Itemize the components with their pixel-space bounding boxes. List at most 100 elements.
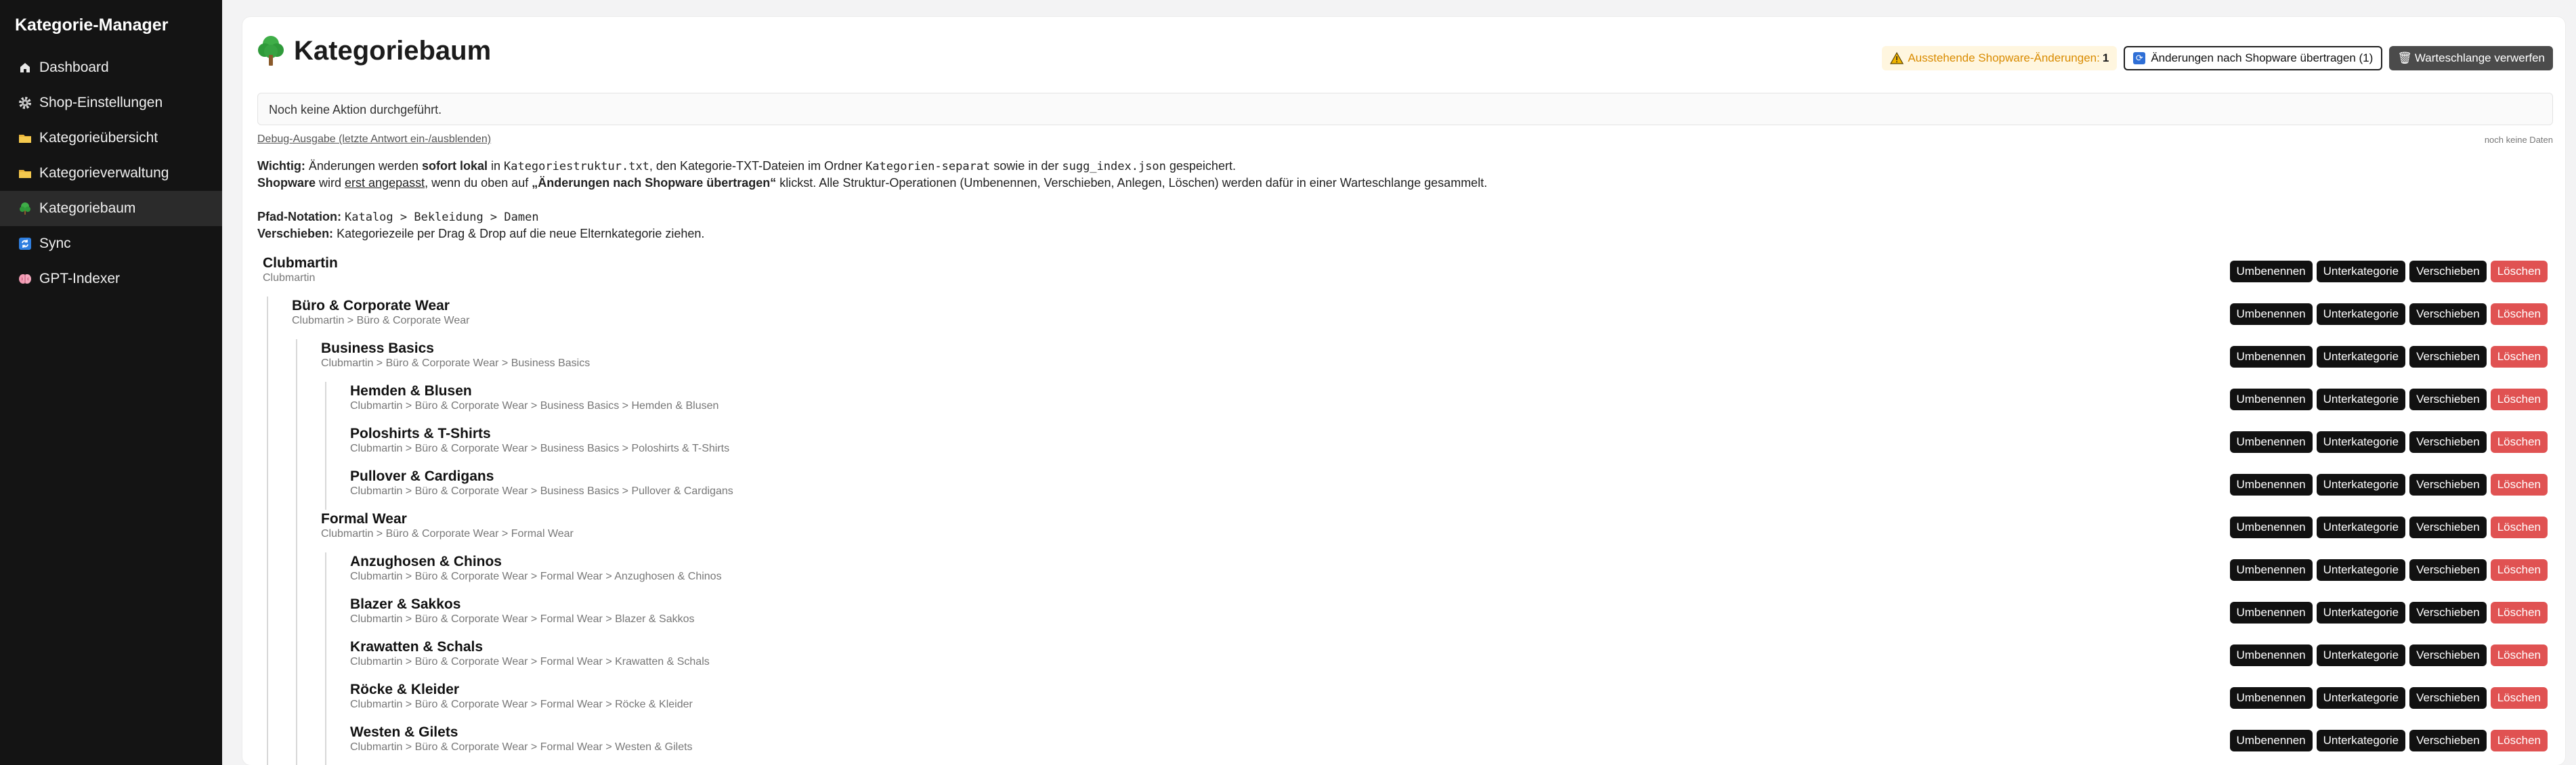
add-subcategory-button[interactable]: Unterkategorie xyxy=(2316,261,2406,282)
move-button[interactable]: Verschieben xyxy=(2409,431,2487,453)
tree-indent-guide xyxy=(267,638,268,680)
header-actions: Ausstehende Shopware-Änderungen: 1 ⟳ Änd… xyxy=(1882,46,2553,70)
rename-button[interactable]: Umbenennen xyxy=(2229,474,2313,496)
tree-row[interactable]: Business Basics Clubmartin > Büro & Corpo… xyxy=(257,339,2553,382)
info-strong: Shopware xyxy=(257,176,316,190)
tree-indent-guide xyxy=(325,467,326,510)
rename-button[interactable]: Umbenennen xyxy=(2229,261,2313,282)
tree-row[interactable]: Clubmartin Clubmartin Umbenennen Unterkateg… xyxy=(257,254,2553,297)
add-subcategory-button[interactable]: Unterkategorie xyxy=(2316,559,2406,581)
info-text: gespeichert. xyxy=(1165,159,1236,173)
discard-queue-button[interactable]: 🗑 Warteschlange verwerfen xyxy=(2389,46,2553,70)
delete-button[interactable]: Löschen xyxy=(2490,602,2548,624)
move-button[interactable]: Verschieben xyxy=(2409,644,2487,666)
add-subcategory-button[interactable]: Unterkategorie xyxy=(2316,602,2406,624)
rename-button[interactable]: Umbenennen xyxy=(2229,602,2313,624)
tree-row[interactable]: Krawatten & Schals Clubmartin > Büro & Co… xyxy=(257,638,2553,680)
move-button[interactable]: Verschieben xyxy=(2409,602,2487,624)
delete-button[interactable]: Löschen xyxy=(2490,474,2548,496)
delete-button[interactable]: Löschen xyxy=(2490,261,2548,282)
info-strong: „Änderungen nach Shopware übertragen“ xyxy=(532,176,777,190)
sidebar-item-category-management[interactable]: Kategorieverwaltung xyxy=(0,156,222,191)
move-button[interactable]: Verschieben xyxy=(2409,303,2487,325)
tree-row[interactable]: Formal Wear Clubmartin > Büro & Corporate… xyxy=(257,510,2553,552)
tree-indent-guide xyxy=(267,510,268,552)
add-subcategory-button[interactable]: Unterkategorie xyxy=(2316,346,2406,368)
add-subcategory-button[interactable]: Unterkategorie xyxy=(2316,474,2406,496)
rename-button[interactable]: Umbenennen xyxy=(2229,346,2313,368)
row-actions: Umbenennen Unterkategorie Verschieben Lösch… xyxy=(2229,559,2548,581)
info-code: Katalog > Bekleidung > Damen xyxy=(345,211,539,224)
tree-row[interactable]: Westen & Gilets Clubmartin > Büro & Corpo… xyxy=(257,723,2553,765)
rename-button[interactable]: Umbenennen xyxy=(2229,303,2313,325)
sidebar-item-label: Shop-Einstellungen xyxy=(39,95,163,110)
delete-button[interactable]: Löschen xyxy=(2490,687,2548,709)
add-subcategory-button[interactable]: Unterkategorie xyxy=(2316,687,2406,709)
home-icon xyxy=(18,60,33,75)
row-actions: Umbenennen Unterkategorie Verschieben Lösch… xyxy=(2229,431,2548,453)
tree-indent-guide xyxy=(267,424,268,467)
sidebar-item-dashboard[interactable]: Dashboard xyxy=(0,50,222,85)
delete-button[interactable]: Löschen xyxy=(2490,644,2548,666)
category-path: Clubmartin > Büro & Corporate Wear > For… xyxy=(321,528,574,540)
sidebar-item-category-tree[interactable]: Kategoriebaum xyxy=(0,191,222,226)
push-label: Änderungen nach Shopware übertragen (1) xyxy=(2151,51,2374,64)
move-button[interactable]: Verschieben xyxy=(2409,346,2487,368)
delete-button[interactable]: Löschen xyxy=(2490,389,2548,410)
info-strong: sofort lokal xyxy=(421,159,488,173)
tree-row[interactable]: Röcke & Kleider Clubmartin > Büro & Corpo… xyxy=(257,680,2553,723)
delete-button[interactable]: Löschen xyxy=(2490,431,2548,453)
push-to-shopware-button[interactable]: ⟳ Änderungen nach Shopware übertragen (1… xyxy=(2124,46,2383,70)
move-button[interactable]: Verschieben xyxy=(2409,559,2487,581)
add-subcategory-button[interactable]: Unterkategorie xyxy=(2316,431,2406,453)
category-path: Clubmartin > Büro & Corporate Wear > Bus… xyxy=(350,400,719,412)
tree-row[interactable]: Poloshirts & T-Shirts Clubmartin > Büro &… xyxy=(257,424,2553,467)
rename-button[interactable]: Umbenennen xyxy=(2229,389,2313,410)
move-button[interactable]: Verschieben xyxy=(2409,687,2487,709)
rename-button[interactable]: Umbenennen xyxy=(2229,730,2313,751)
move-button[interactable]: Verschieben xyxy=(2409,261,2487,282)
delete-button[interactable]: Löschen xyxy=(2490,730,2548,751)
tree-row[interactable]: Blazer & Sakkos Clubmartin > Büro & Corpo… xyxy=(257,595,2553,638)
move-button[interactable]: Verschieben xyxy=(2409,389,2487,410)
pending-changes-badge: Ausstehende Shopware-Änderungen: 1 xyxy=(1882,46,2118,70)
move-button[interactable]: Verschieben xyxy=(2409,474,2487,496)
tree-row[interactable]: Hemden & Blusen Clubmartin > Büro & Corpo… xyxy=(257,382,2553,424)
rename-button[interactable]: Umbenennen xyxy=(2229,517,2313,538)
sidebar-item-sync[interactable]: Sync xyxy=(0,226,222,261)
category-name: Hemden & Blusen xyxy=(350,383,472,399)
delete-button[interactable]: Löschen xyxy=(2490,346,2548,368)
tree-indent-guide xyxy=(296,595,297,638)
add-subcategory-button[interactable]: Unterkategorie xyxy=(2316,644,2406,666)
pending-count: 1 xyxy=(2102,51,2109,64)
add-subcategory-button[interactable]: Unterkategorie xyxy=(2316,730,2406,751)
move-button[interactable]: Verschieben xyxy=(2409,730,2487,751)
rename-button[interactable]: Umbenennen xyxy=(2229,431,2313,453)
tree-row[interactable]: Büro & Corporate Wear Clubmartin > Büro &… xyxy=(257,297,2553,339)
tree-row[interactable]: Pullover & Cardigans Clubmartin > Büro & … xyxy=(257,467,2553,510)
sidebar-item-label: Kategoriebaum xyxy=(39,200,136,216)
sidebar-item-gpt-indexer[interactable]: GPT-Indexer xyxy=(0,261,222,297)
tree-row[interactable]: Anzughosen & Chinos Clubmartin > Büro & C… xyxy=(257,552,2553,595)
rename-button[interactable]: Umbenennen xyxy=(2229,644,2313,666)
rename-button[interactable]: Umbenennen xyxy=(2229,687,2313,709)
warning-icon xyxy=(1890,52,1904,64)
sidebar: Kategorie-Manager Dashboard Shop-Einstel… xyxy=(0,0,222,765)
rename-button[interactable]: Umbenennen xyxy=(2229,559,2313,581)
delete-button[interactable]: Löschen xyxy=(2490,303,2548,325)
add-subcategory-button[interactable]: Unterkategorie xyxy=(2316,303,2406,325)
sidebar-item-category-overview[interactable]: Kategorieübersicht xyxy=(0,121,222,156)
delete-button[interactable]: Löschen xyxy=(2490,517,2548,538)
sidebar-item-shop-settings[interactable]: Shop-Einstellungen xyxy=(0,85,222,121)
category-name: Blazer & Sakkos xyxy=(350,596,461,612)
tree-indent-guide xyxy=(296,723,297,765)
debug-toggle-link[interactable]: Debug-Ausgabe (letzte Antwort ein-/ausbl… xyxy=(257,133,491,145)
category-path: Clubmartin > Büro & Corporate Wear > For… xyxy=(350,699,693,710)
add-subcategory-button[interactable]: Unterkategorie xyxy=(2316,517,2406,538)
category-name: Krawatten & Schals xyxy=(350,639,484,655)
info-line-move: Verschieben: Kategoriezeile per Drag & D… xyxy=(257,227,704,241)
delete-button[interactable]: Löschen xyxy=(2490,559,2548,581)
tree-indent-guide xyxy=(267,382,268,424)
move-button[interactable]: Verschieben xyxy=(2409,517,2487,538)
add-subcategory-button[interactable]: Unterkategorie xyxy=(2316,389,2406,410)
